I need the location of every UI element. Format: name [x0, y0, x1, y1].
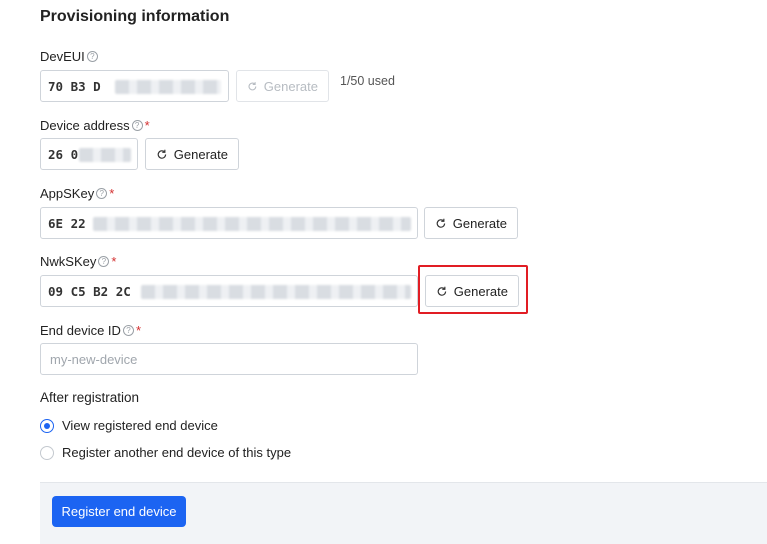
appskey-value: 6E 22 [48, 215, 86, 231]
required-marker: * [111, 254, 117, 269]
radio-register-another-label: Register another end device of this type [62, 445, 292, 460]
end-device-id-label-text: End device ID [40, 323, 121, 338]
radio-button-checked[interactable] [40, 418, 54, 433]
nwkskey-value: 09 C5 B2 2C [48, 283, 131, 299]
appskey-generate-label: Generate [452, 215, 507, 231]
deveui-generate-button[interactable]: Generate [236, 70, 329, 102]
radio-view-registered-label: View registered end device [62, 418, 218, 433]
highlight-box [418, 265, 528, 314]
redaction-blur [141, 285, 411, 299]
deveui-value: 70 B3 D [48, 78, 101, 94]
deveui-input[interactable]: 70 B3 D [40, 70, 229, 102]
question-circle-icon[interactable]: ? [96, 188, 108, 199]
redaction-blur [79, 148, 131, 162]
question-circle-icon[interactable]: ? [122, 325, 134, 336]
appskey-generate-button[interactable]: Generate [424, 207, 518, 239]
question-circle-icon[interactable]: ? [131, 120, 143, 131]
nwkskey-label: NwkSKey ? * [40, 254, 116, 269]
radio-register-another[interactable]: Register another end device of this type [40, 445, 291, 460]
required-marker: * [144, 118, 150, 133]
refresh-icon [157, 149, 167, 159]
question-circle-icon[interactable]: ? [86, 51, 98, 62]
deveui-label-text: DevEUI [40, 49, 85, 64]
refresh-icon [248, 81, 257, 90]
device-address-generate-button[interactable]: Generate [145, 138, 239, 170]
deveui-generate-label: Generate [263, 78, 318, 94]
appskey-label-text: AppSKey [40, 186, 95, 201]
radio-view-registered[interactable]: View registered end device [40, 418, 218, 433]
device-address-generate-label: Generate [173, 146, 228, 162]
required-marker: * [135, 323, 141, 338]
end-device-id-input[interactable] [40, 343, 418, 375]
nwkskey-label-text: NwkSKey [40, 254, 97, 269]
appskey-label: AppSKey ? * [40, 186, 114, 201]
question-circle-icon[interactable]: ? [98, 256, 110, 267]
after-registration-title: After registration [40, 390, 140, 405]
nwkskey-input[interactable]: 09 C5 B2 2C [40, 275, 418, 307]
redaction-blur [93, 217, 411, 231]
radio-button[interactable] [40, 445, 54, 460]
required-marker: * [109, 186, 115, 201]
redaction-blur [115, 80, 221, 94]
register-end-device-button[interactable]: Register end device [52, 496, 186, 527]
device-address-input[interactable]: 26 0 [40, 138, 138, 170]
deveui-label: DevEUI ? [40, 49, 98, 64]
section-title: Provisioning information [40, 8, 230, 25]
device-address-label-text: Device address [40, 118, 130, 133]
end-device-id-label: End device ID ? * [40, 323, 141, 338]
device-address-value: 26 0 [48, 146, 79, 162]
appskey-input[interactable]: 6E 22 [40, 207, 418, 239]
refresh-icon [436, 218, 446, 228]
device-address-label: Device address ? * [40, 118, 150, 133]
deveui-used-count: 1/50 used [340, 74, 395, 88]
